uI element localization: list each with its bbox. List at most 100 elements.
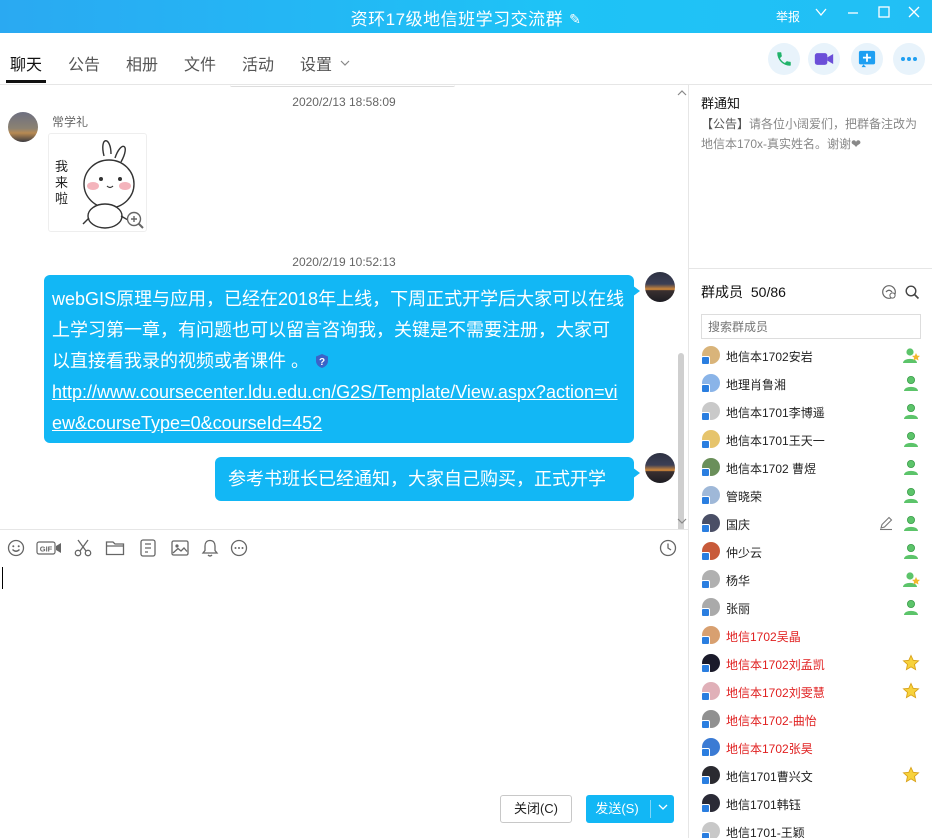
emoji-icon[interactable]: [6, 538, 26, 558]
bell-icon[interactable]: [200, 538, 220, 558]
my-avatar[interactable]: [645, 272, 675, 302]
members-scroll-track[interactable]: [925, 270, 932, 838]
share-screen-button[interactable]: [851, 43, 883, 75]
more-button[interactable]: [893, 43, 925, 75]
member-row[interactable]: 地信本1702张昊: [689, 734, 932, 762]
message-bubble[interactable]: 参考书班长已经通知，大家自己购买，正式开学用: [215, 457, 640, 527]
more-tools-icon[interactable]: [229, 538, 249, 558]
sticker-image[interactable]: 我来啦: [48, 133, 147, 232]
search-icon[interactable]: [904, 284, 920, 300]
star-icon: [902, 682, 920, 700]
video-call-button[interactable]: [808, 43, 840, 75]
bubble-tail: [632, 467, 640, 479]
member-row[interactable]: 仲少云: [689, 538, 932, 566]
member-name: 地信本1702刘雯慧: [726, 686, 825, 700]
chat-message-area[interactable]: 2020/2/13 18:58:09 常学礼 我来啦 2020/2/19 10:…: [0, 85, 688, 529]
sticker-text: 我来啦: [55, 160, 69, 207]
mobile-device-icon: [701, 496, 710, 505]
member-settings-icon[interactable]: [881, 284, 897, 300]
scissors-icon[interactable]: [73, 538, 93, 558]
mobile-device-icon: [701, 552, 710, 561]
tab-announcement[interactable]: 公告: [68, 51, 100, 75]
video-icon: [814, 53, 834, 65]
gif-icon[interactable]: GIF: [36, 538, 62, 558]
sender-avatar[interactable]: [8, 112, 38, 142]
sender-name: 常学礼: [52, 115, 89, 129]
report-link[interactable]: 举报: [776, 8, 800, 25]
close-button[interactable]: [903, 4, 925, 26]
input-toolbar: GIF: [0, 529, 688, 565]
image-icon[interactable]: [170, 538, 190, 558]
member-row[interactable]: 管晓荣: [689, 482, 932, 510]
voice-call-button[interactable]: [768, 43, 800, 75]
member-search-input[interactable]: [701, 314, 921, 339]
member-icon: [902, 430, 920, 448]
message-timestamp: 2020/2/19 10:52:13: [292, 255, 396, 269]
member-name: 地信本1702-曲怡: [726, 714, 817, 728]
member-name: 管晓荣: [726, 490, 763, 504]
tab-chat[interactable]: 聊天: [10, 51, 42, 75]
member-row[interactable]: 地信本1702刘孟凯: [689, 650, 932, 678]
mobile-device-icon: [701, 748, 710, 757]
member-row[interactable]: 地信1701-王颖: [689, 818, 932, 838]
mobile-device-icon: [701, 636, 710, 645]
member-row[interactable]: 地信1702吴晶: [689, 622, 932, 650]
tab-album[interactable]: 相册: [126, 51, 158, 75]
chevron-down-icon[interactable]: [810, 4, 832, 26]
message-bubble[interactable]: webGIS原理与应用，已经在2018年上线，下周正式开学后大家可以在线上学习第…: [44, 275, 640, 443]
member-icon: [902, 598, 920, 616]
edit-nickname-icon[interactable]: [878, 515, 894, 531]
my-avatar[interactable]: [645, 453, 675, 483]
member-row[interactable]: 地信本1701李博遥: [689, 398, 932, 426]
message-text: webGIS原理与应用，已经在2018年上线，下周正式开学后大家可以在线上学习第…: [52, 289, 625, 371]
shake-icon[interactable]: [138, 538, 158, 558]
maximize-button[interactable]: [873, 4, 895, 26]
load-more-divider: [230, 85, 455, 87]
notice-content: 【公告】请各位小阔爱们，把群备注改为地信本170x-真实姓名。谢谢❤: [701, 114, 925, 154]
scroll-down-icon[interactable]: [677, 517, 687, 525]
member-icon: [902, 542, 920, 560]
course-link[interactable]: http://www.coursecenter.ldu.edu.cn/G2S/T…: [52, 382, 618, 433]
member-icon: [902, 486, 920, 504]
tab-settings-label: 设置: [300, 57, 333, 74]
member-row[interactable]: 地信本1702-曲怡: [689, 706, 932, 734]
mobile-device-icon: [701, 440, 710, 449]
tab-activity[interactable]: 活动: [242, 51, 274, 75]
message-input[interactable]: [0, 565, 688, 835]
member-row[interactable]: 地理肖鲁湘: [689, 370, 932, 398]
member-row[interactable]: 地信本1702安岩: [689, 342, 932, 370]
close-chat-button[interactable]: 关闭(C): [500, 795, 572, 823]
member-name: 地信1701-王颖: [726, 826, 805, 838]
title-bar: 资环17级地信班学习交流群 ✎ 举报: [0, 0, 932, 33]
tab-files[interactable]: 文件: [184, 51, 216, 75]
send-button[interactable]: 发送(S): [586, 795, 674, 823]
minimize-button[interactable]: [842, 4, 864, 26]
member-row[interactable]: 杨华: [689, 566, 932, 594]
more-icon: [901, 57, 917, 61]
scroll-up-icon[interactable]: [677, 89, 687, 97]
mobile-device-icon: [701, 720, 710, 729]
message-text: 参考书班长已经通知，大家自己购买，正式开学用: [228, 469, 606, 527]
member-row[interactable]: 国庆: [689, 510, 932, 538]
group-notice-panel[interactable]: 群通知 【公告】请各位小阔爱们，把群备注改为地信本170x-真实姓名。谢谢❤: [689, 85, 932, 269]
member-row[interactable]: 地信本1701王天一: [689, 426, 932, 454]
member-name: 国庆: [726, 518, 751, 532]
member-row[interactable]: 地信本1702刘雯慧: [689, 678, 932, 706]
folder-icon[interactable]: [105, 538, 125, 558]
admin-icon: [902, 346, 920, 364]
member-row[interactable]: 地信1701韩钰: [689, 790, 932, 818]
member-name: 地信1701韩钰: [726, 798, 801, 812]
mobile-device-icon: [701, 664, 710, 673]
members-title: 群成员: [701, 284, 743, 300]
member-row[interactable]: 张丽: [689, 594, 932, 622]
mobile-device-icon: [701, 412, 710, 421]
history-clock-icon[interactable]: [658, 538, 678, 558]
edit-icon[interactable]: ✎: [569, 11, 581, 28]
members-header: 群成员 50/86: [701, 282, 786, 302]
send-options-chevron-icon[interactable]: [652, 795, 674, 823]
members-panel: 群成员 50/86 地信本1702安岩地理肖鲁湘地信本1701李博遥地信本170…: [689, 270, 932, 838]
member-row[interactable]: 地信本1702 曹煜: [689, 454, 932, 482]
tab-settings[interactable]: 设置: [300, 51, 350, 75]
member-row[interactable]: 地信1701曹兴文: [689, 762, 932, 790]
chat-scrollbar[interactable]: [678, 353, 684, 529]
